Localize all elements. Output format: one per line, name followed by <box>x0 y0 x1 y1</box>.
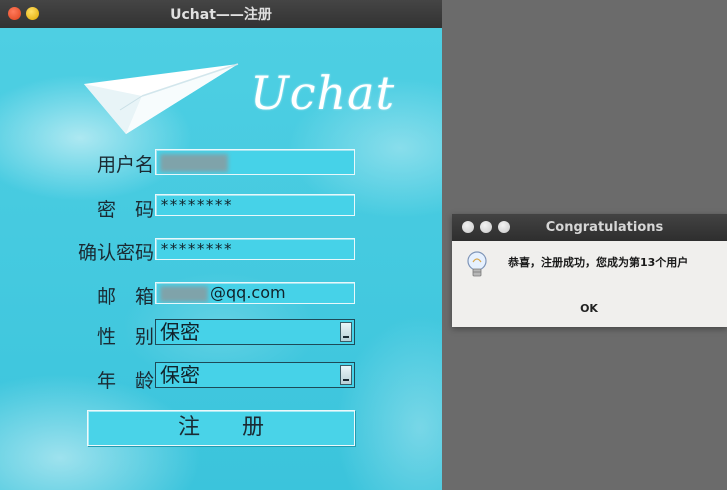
confirm-password-field[interactable]: ******** <box>155 238 355 260</box>
age-label: 年 龄 <box>96 370 154 392</box>
registration-window: Uchat——注册 Uchat 用户名 密 码 ******** 确认密码 **… <box>0 0 442 490</box>
redacted-mask <box>160 285 208 302</box>
password-field[interactable]: ******** <box>155 194 355 216</box>
confirm-password-label: 确认密码 <box>77 242 154 264</box>
dialog-close-icon[interactable] <box>462 221 474 233</box>
username-label: 用户名 <box>96 154 154 176</box>
dialog-message: 恭喜，注册成功，您成为第13个用户 <box>508 256 689 269</box>
window-title: Uchat——注册 <box>170 7 272 23</box>
congratulations-dialog: Congratulations 恭喜，注册成功，您成为第13个用户 OK <box>452 214 727 327</box>
age-select[interactable]: 保密 <box>155 362 355 388</box>
paper-plane-icon <box>84 63 239 134</box>
close-icon[interactable] <box>8 7 21 20</box>
chevron-down-icon[interactable] <box>340 322 352 342</box>
email-field[interactable]: @qq.com <box>155 282 355 304</box>
redacted-mask <box>160 153 228 172</box>
ok-button[interactable]: OK <box>572 302 606 318</box>
gender-select[interactable]: 保密 <box>155 319 355 345</box>
registration-titlebar[interactable]: Uchat——注册 <box>0 0 442 28</box>
gender-label: 性 别 <box>96 326 154 348</box>
dialog-titlebar[interactable]: Congratulations <box>452 214 727 241</box>
username-field[interactable] <box>155 149 355 175</box>
register-button[interactable]: 注册 <box>87 410 355 446</box>
dialog-minimize-icon[interactable] <box>480 221 492 233</box>
app-logo-text: Uchat <box>250 66 396 120</box>
lightbulb-icon <box>467 251 487 277</box>
password-label: 密 码 <box>96 199 154 221</box>
email-label: 邮 箱 <box>96 286 154 308</box>
minimize-icon[interactable] <box>26 7 39 20</box>
chevron-down-icon[interactable] <box>340 365 352 385</box>
dialog-title: Congratulations <box>545 220 664 235</box>
dialog-maximize-icon[interactable] <box>498 221 510 233</box>
